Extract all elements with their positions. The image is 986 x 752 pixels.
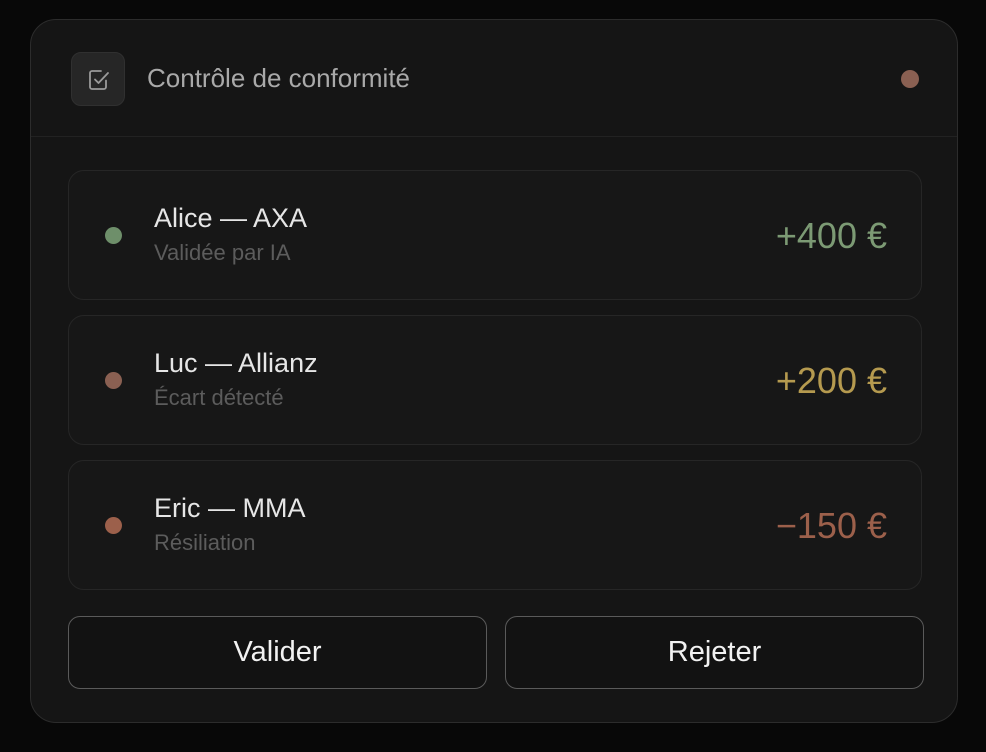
action-bar: Valider Rejeter bbox=[68, 616, 924, 690]
amount: +200 € bbox=[775, 360, 887, 401]
list-item[interactable]: Luc — Allianz Écart détecté +200 € bbox=[68, 315, 922, 445]
status-dot bbox=[105, 227, 122, 244]
reject-button[interactable]: Rejeter bbox=[505, 616, 924, 689]
list-item[interactable]: Alice — AXA Validée par IA +400 € bbox=[68, 170, 922, 300]
client-insurer-name: Eric — MMA bbox=[154, 493, 306, 523]
status-dot bbox=[105, 372, 122, 389]
card-header: Contrôle de conformité bbox=[31, 20, 957, 137]
amount: −150 € bbox=[775, 505, 887, 546]
card-title: Contrôle de conformité bbox=[147, 63, 411, 93]
item-status: Résiliation bbox=[154, 530, 256, 555]
compliance-list: Alice — AXA Validée par IA +400 € Luc — … bbox=[68, 170, 922, 605]
list-item[interactable]: Eric — MMA Résiliation −150 € bbox=[68, 460, 922, 590]
status-dot bbox=[105, 517, 122, 534]
item-status: Écart détecté bbox=[154, 385, 284, 410]
status-indicator bbox=[901, 70, 919, 88]
client-insurer-name: Luc — Allianz bbox=[154, 348, 318, 378]
validate-button[interactable]: Valider bbox=[68, 616, 487, 689]
checkbox-check-icon bbox=[71, 52, 125, 106]
amount: +400 € bbox=[775, 215, 887, 256]
item-status: Validée par IA bbox=[154, 240, 291, 265]
compliance-card: Contrôle de conformité Alice — AXA Valid… bbox=[30, 19, 958, 723]
client-insurer-name: Alice — AXA bbox=[154, 203, 308, 233]
